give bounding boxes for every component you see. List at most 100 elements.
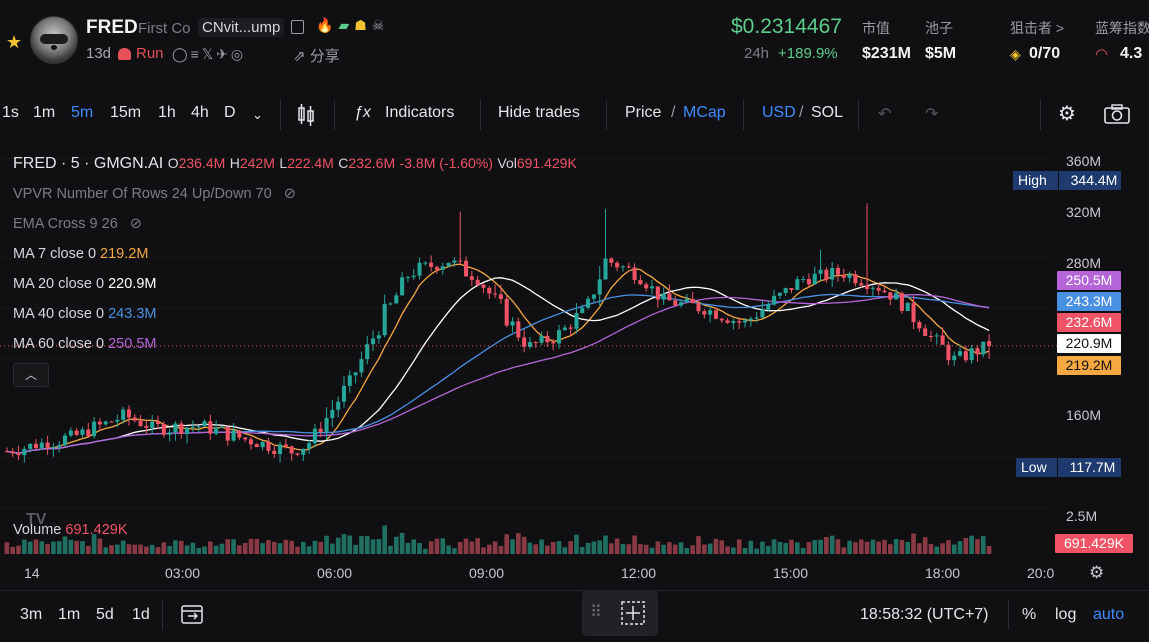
mcap-toggle[interactable]: MCap: [683, 104, 726, 122]
candle-body: [748, 318, 753, 321]
hide-trades-button[interactable]: Hide trades: [498, 104, 580, 122]
clock[interactable]: 18:58:32 (UTC+7): [860, 606, 989, 624]
market-cap-value: $231M: [862, 45, 911, 62]
drag-handle-icon[interactable]: ⠿: [590, 602, 602, 622]
interval-1m[interactable]: 1m: [33, 104, 55, 122]
candle-body: [795, 279, 800, 290]
copy-icon[interactable]: [291, 20, 304, 34]
volume-bar: [225, 539, 231, 554]
chevron-down-icon[interactable]: ⌄: [252, 107, 263, 123]
volume-bar: [115, 544, 120, 554]
candle-body: [202, 421, 207, 427]
candle-body: [394, 295, 399, 304]
collapse-legend-button[interactable]: ︿: [13, 363, 49, 387]
globe-icon[interactable]: ◎: [231, 46, 246, 62]
volume-bar: [969, 535, 974, 554]
volume-bar: [760, 541, 765, 554]
candle-body: [679, 302, 684, 306]
ema-indicator[interactable]: EMA Cross 9 26 ⊘: [13, 216, 142, 232]
volume-bar: [800, 548, 806, 554]
volume-bar: [178, 540, 184, 554]
volume-bar: [423, 548, 428, 554]
volume-bar: [283, 539, 289, 554]
usd-toggle[interactable]: USD: [762, 104, 796, 122]
volume-bar: [853, 542, 858, 554]
token-address[interactable]: CNvit...ump: [198, 18, 285, 37]
candle-body: [696, 303, 701, 312]
date-range-icon[interactable]: [180, 603, 204, 625]
price-chart[interactable]: [0, 140, 1149, 555]
ma20-indicator[interactable]: MA 20 close 0 220.9M: [13, 276, 156, 292]
price-toggle[interactable]: Price: [625, 104, 661, 122]
range-3m[interactable]: 3m: [20, 606, 42, 624]
time-tick: 06:00: [317, 565, 353, 581]
candle-type-icon[interactable]: [296, 102, 316, 128]
auto-toggle[interactable]: auto: [1093, 606, 1124, 624]
candle-body: [405, 277, 410, 279]
volume-bar: [841, 547, 847, 554]
interval-4h[interactable]: 4h: [191, 104, 209, 122]
candle-body: [330, 409, 335, 418]
indicators-button[interactable]: Indicators: [385, 104, 454, 122]
axis-settings-icon[interactable]: ⚙: [1089, 563, 1104, 583]
chart-tools-panel[interactable]: ⠿: [582, 590, 658, 636]
redo-icon[interactable]: ↷: [925, 104, 938, 124]
candle-body: [103, 421, 108, 425]
volume-bar: [521, 536, 527, 554]
candle-body: [894, 293, 899, 300]
candle-body: [923, 328, 928, 336]
crosshair-select-icon[interactable]: [619, 599, 647, 627]
telegram-icon[interactable]: ✈: [216, 46, 231, 62]
volume-bar: [713, 538, 719, 554]
volume-bar: [446, 545, 451, 554]
volume-bar: [911, 533, 916, 554]
candle-body: [760, 309, 765, 318]
percent-toggle[interactable]: %: [1022, 606, 1036, 624]
snipers-label[interactable]: 狙击者 >: [1010, 18, 1064, 38]
undo-icon[interactable]: ↶: [878, 104, 891, 124]
candle-body: [452, 260, 457, 263]
favorite-star-icon[interactable]: ★: [6, 32, 22, 53]
interval-d[interactable]: D: [224, 104, 236, 122]
volume-bar: [934, 546, 940, 554]
volume-bar: [74, 540, 79, 554]
ma40-indicator[interactable]: MA 40 close 0 243.3M: [13, 306, 156, 322]
interval-1s[interactable]: 1s: [2, 104, 19, 122]
search-icon[interactable]: ◯: [172, 46, 191, 62]
volume-bar: [562, 547, 568, 554]
eye-off-icon[interactable]: ⊘: [130, 216, 142, 232]
settings-gear-icon[interactable]: ⚙: [1058, 101, 1076, 126]
indicators-icon[interactable]: ƒx: [354, 104, 371, 122]
run-status: Run: [136, 45, 164, 62]
volume-bar: [742, 548, 748, 554]
ma60-indicator[interactable]: MA 60 close 0 250.5M: [13, 336, 156, 352]
candle-body: [551, 342, 556, 344]
list-icon[interactable]: ≡: [191, 46, 202, 62]
interval-5m[interactable]: 5m: [71, 104, 93, 122]
volume-bar: [864, 541, 870, 554]
eye-off-icon[interactable]: ⊘: [284, 186, 296, 202]
range-5d[interactable]: 5d: [96, 606, 114, 624]
candle-body: [719, 318, 724, 321]
time-tick: 15:00: [773, 565, 809, 581]
camera-icon[interactable]: [1103, 103, 1131, 125]
volume-bar: [376, 539, 382, 554]
log-toggle[interactable]: log: [1055, 606, 1076, 624]
interval-15m[interactable]: 15m: [110, 104, 141, 122]
volume-value: 691.429K: [65, 522, 128, 538]
time-tick: 18:00: [925, 565, 961, 581]
range-1d[interactable]: 1d: [132, 606, 150, 624]
ma7-indicator[interactable]: MA 7 close 0 219.2M: [13, 246, 148, 262]
volume-bar: [353, 544, 358, 554]
candle-body: [649, 286, 655, 289]
flame-icon: 🔥: [316, 17, 334, 33]
candle-body: [92, 421, 97, 437]
vpvr-indicator[interactable]: VPVR Number Of Rows 24 Up/Down 70 ⊘: [13, 186, 296, 202]
share-button[interactable]: ⇗ 分享: [293, 45, 340, 66]
x-icon[interactable]: 𝕏: [202, 46, 216, 62]
volume-bar: [56, 541, 62, 554]
interval-1h[interactable]: 1h: [158, 104, 176, 122]
range-1m[interactable]: 1m: [58, 606, 80, 624]
sol-toggle[interactable]: SOL: [811, 104, 843, 122]
candlestick-plot[interactable]: [0, 140, 1149, 555]
